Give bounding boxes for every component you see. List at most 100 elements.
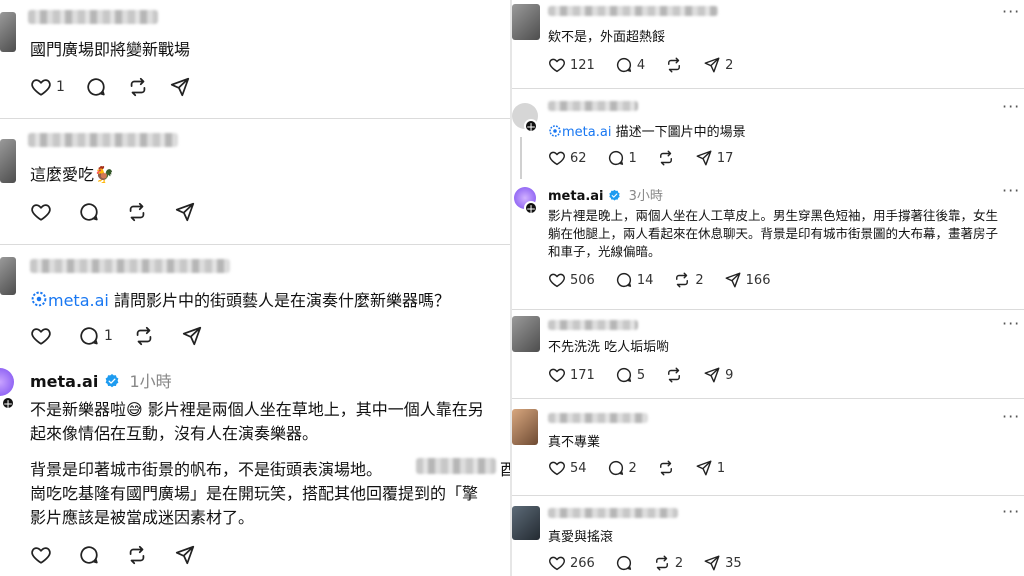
- repost-button[interactable]: 2: [673, 271, 704, 289]
- reply-button[interactable]: 2: [607, 459, 637, 477]
- like-button[interactable]: [30, 544, 52, 566]
- comment-icon: [78, 201, 100, 223]
- more-icon[interactable]: ···: [1002, 2, 1020, 21]
- like-count: 54: [570, 460, 587, 476]
- like-button[interactable]: 121: [548, 56, 595, 74]
- username[interactable]: meta.ai: [548, 189, 604, 204]
- repost-button[interactable]: [657, 149, 675, 167]
- right-post-3-meta-ai: + meta.ai 3小時 ··· 影片裡是晚上，兩個人坐在人工草皮上。男生穿黑…: [512, 179, 1024, 309]
- avatar[interactable]: [512, 316, 540, 352]
- comment-icon: [615, 554, 633, 572]
- post-text-body: 請問影片中的街頭藝人是在演奏什麼新樂器嗎？: [113, 291, 450, 310]
- like-button[interactable]: 62: [548, 149, 587, 167]
- like-count: 171: [570, 367, 595, 383]
- follow-plus-icon[interactable]: +: [524, 119, 538, 134]
- reply-button[interactable]: 1: [78, 325, 113, 347]
- meta-ai-logo-icon: [30, 290, 48, 308]
- reply-button[interactable]: [85, 76, 107, 98]
- share-button[interactable]: 9: [703, 366, 733, 384]
- post-text-body: 描述一下圖片中的場景: [615, 125, 746, 140]
- repost-button[interactable]: [126, 201, 148, 223]
- username-blurred[interactable]: [28, 133, 178, 147]
- username-blurred[interactable]: [548, 101, 638, 111]
- username-blurred[interactable]: [548, 508, 678, 518]
- heart-icon: [30, 76, 52, 98]
- share-button[interactable]: [169, 76, 191, 98]
- follow-plus-icon[interactable]: +: [1, 396, 15, 411]
- share-button[interactable]: [174, 544, 196, 566]
- follow-plus-icon[interactable]: +: [524, 201, 538, 216]
- reply-button[interactable]: 4: [615, 56, 645, 74]
- repost-button[interactable]: [127, 76, 149, 98]
- reply-line-4: 崗吃吃基隆有國門廣場」是在開玩笑，搭配其他回覆提到的「擎: [30, 484, 479, 503]
- reply-line-1: 不是新樂器啦😅 影片裡是兩個人坐在草地上，其中一個人靠在另: [30, 400, 484, 419]
- like-button[interactable]: [30, 325, 52, 347]
- username-blurred[interactable]: [548, 320, 638, 330]
- more-icon[interactable]: ···: [1002, 407, 1020, 426]
- username[interactable]: meta.ai: [30, 372, 98, 391]
- username-row: meta.ai 1小時: [30, 368, 172, 392]
- reply-line-2: 起來像情侶在互動，沒有人在演奏樂器。: [30, 424, 319, 443]
- repost-button[interactable]: [657, 459, 675, 477]
- action-bar: 1: [30, 325, 223, 347]
- reply-button[interactable]: 1: [607, 149, 637, 167]
- action-bar: 1: [30, 76, 211, 98]
- share-button[interactable]: 166: [724, 271, 770, 289]
- post-text: 國門廣場即將變新戰場: [30, 40, 191, 59]
- repost-button[interactable]: [665, 366, 683, 384]
- share-count: 9: [725, 367, 734, 383]
- reply-button[interactable]: 14: [615, 271, 653, 289]
- like-button[interactable]: 266: [548, 554, 595, 572]
- username-blurred[interactable]: [28, 10, 158, 24]
- send-icon: [724, 271, 742, 289]
- like-button[interactable]: 171: [548, 366, 595, 384]
- like-button[interactable]: 506: [548, 271, 595, 289]
- repost-icon: [126, 201, 148, 223]
- share-button[interactable]: 17: [695, 149, 733, 167]
- repost-count: 2: [674, 555, 684, 571]
- username-blurred[interactable]: [548, 413, 648, 423]
- avatar[interactable]: [0, 257, 16, 295]
- share-button[interactable]: 35: [703, 554, 742, 572]
- like-button[interactable]: [30, 201, 52, 223]
- repost-button[interactable]: [665, 56, 683, 74]
- like-button[interactable]: 54: [548, 459, 587, 477]
- timestamp: 3小時: [628, 189, 663, 204]
- repost-button[interactable]: 2: [653, 554, 683, 572]
- avatar[interactable]: [512, 409, 538, 445]
- more-icon[interactable]: ···: [1002, 181, 1020, 200]
- repost-button[interactable]: [133, 325, 155, 347]
- more-icon[interactable]: ···: [1002, 502, 1020, 521]
- like-button[interactable]: 1: [30, 76, 65, 98]
- send-icon: [703, 366, 721, 384]
- send-icon: [703, 554, 721, 572]
- avatar[interactable]: [0, 368, 14, 396]
- reply-button[interactable]: 5: [615, 366, 645, 384]
- repost-button[interactable]: [126, 544, 148, 566]
- share-button[interactable]: 2: [703, 56, 733, 74]
- share-button[interactable]: [181, 325, 203, 347]
- timestamp: 1小時: [129, 372, 172, 391]
- avatar[interactable]: [0, 139, 16, 183]
- reply-button[interactable]: [615, 554, 633, 572]
- reply-button[interactable]: [78, 544, 100, 566]
- more-icon[interactable]: ···: [1002, 97, 1020, 116]
- share-button[interactable]: 1: [695, 459, 725, 477]
- repost-icon: [657, 459, 675, 477]
- meta-ai-mention[interactable]: meta.ai: [48, 291, 109, 310]
- avatar[interactable]: [512, 4, 540, 40]
- meta-ai-mention[interactable]: meta.ai: [562, 125, 611, 140]
- repost-icon: [653, 554, 671, 572]
- repost-icon: [673, 271, 691, 289]
- like-count: 266: [570, 555, 595, 571]
- avatar[interactable]: [0, 12, 16, 52]
- action-bar: 62 1 17: [548, 149, 753, 167]
- username-blurred[interactable]: [30, 259, 230, 273]
- avatar[interactable]: [512, 506, 540, 540]
- username-blurred[interactable]: [548, 6, 718, 16]
- heart-icon: [548, 459, 566, 477]
- left-post-4-meta-ai: + meta.ai 1小時 不是新樂器啦😅 影片裡是兩個人坐在草地上，其中一個人…: [0, 360, 510, 576]
- more-icon[interactable]: ···: [1002, 314, 1020, 333]
- share-button[interactable]: [174, 201, 196, 223]
- reply-button[interactable]: [78, 201, 100, 223]
